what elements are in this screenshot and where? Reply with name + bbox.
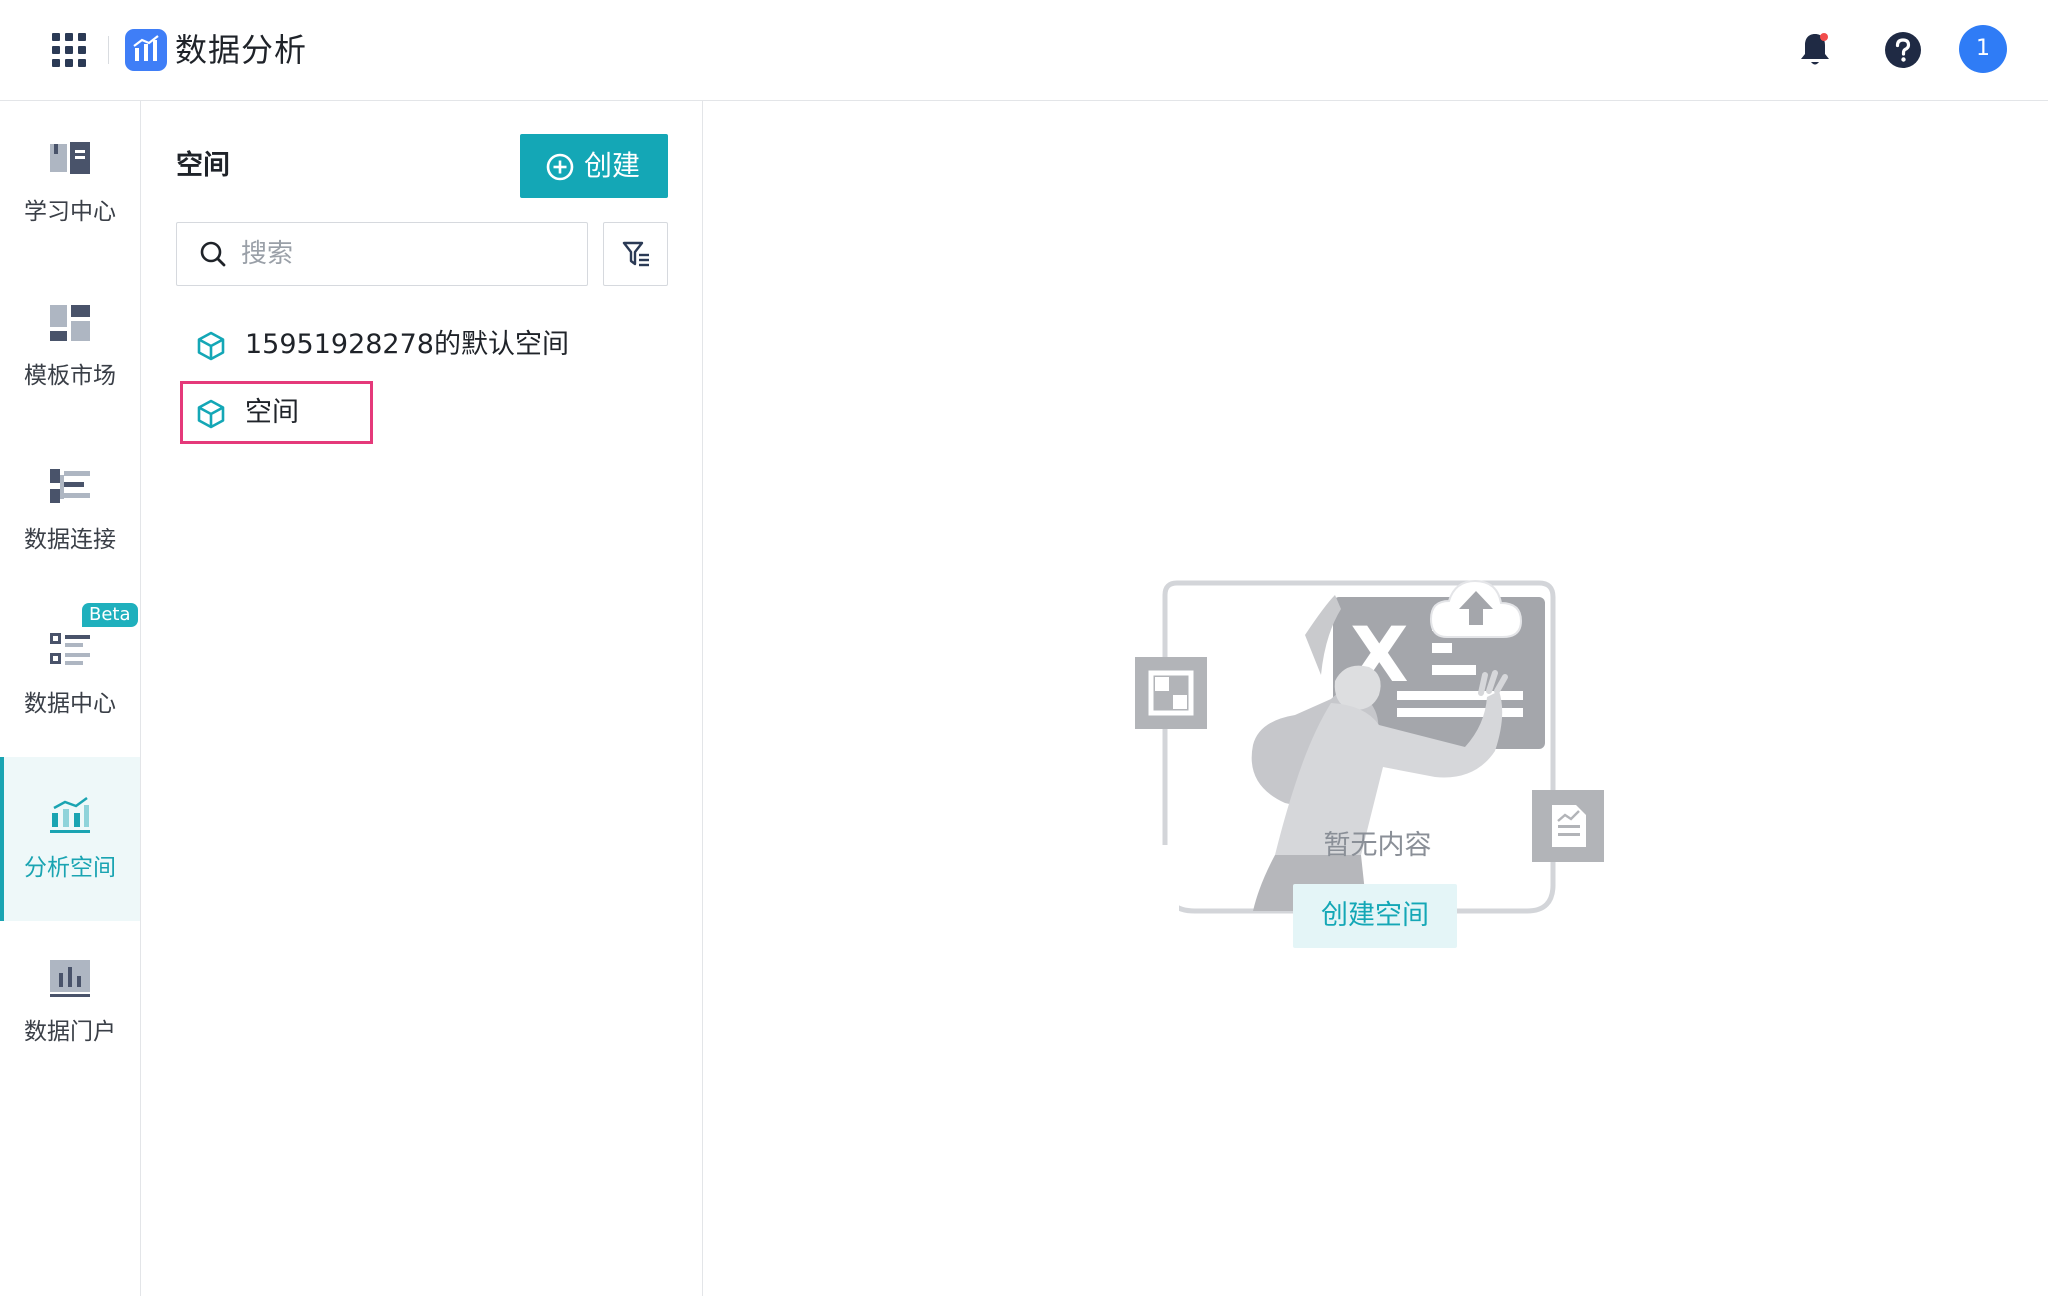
question-icon[interactable] xyxy=(1884,31,1922,69)
space-name: 空间 xyxy=(245,397,299,428)
nav-item-template-market[interactable]: 模板市场 xyxy=(0,265,140,429)
data-center-icon xyxy=(50,633,90,665)
create-button-label: 创建 xyxy=(584,149,641,182)
nav-label: 模板市场 xyxy=(24,363,116,389)
space-list-panel: 空间 创建 15951928278的默认空间 xyxy=(141,101,844,1296)
beta-badge: Beta xyxy=(82,603,138,627)
nav-label: 数据中心 xyxy=(24,691,116,717)
empty-state-text: 暂无内容 xyxy=(1323,830,1432,861)
nav-item-data-center[interactable]: Beta 数据中心 xyxy=(0,593,140,757)
cube-icon xyxy=(197,331,225,361)
nav-item-data-connection[interactable]: 数据连接 xyxy=(0,429,140,593)
create-button[interactable]: 创建 xyxy=(520,134,668,198)
search-input[interactable] xyxy=(239,233,573,275)
analytics-logo-icon xyxy=(125,29,167,71)
analysis-space-icon xyxy=(50,796,90,833)
create-space-button[interactable]: 创建空间 xyxy=(1293,884,1457,948)
filter-button[interactable] xyxy=(603,222,668,286)
left-navigation: 学习中心 模板市场 数据连接 Beta 数据中心 分析空间 数据门户 xyxy=(0,101,141,1296)
space-name: 15951928278的默认空间 xyxy=(245,329,569,360)
portal-chart-icon xyxy=(50,960,90,997)
template-icon xyxy=(50,305,90,341)
apps-grid-icon[interactable] xyxy=(52,33,86,67)
search-icon xyxy=(200,241,226,267)
nav-item-analysis-space[interactable]: 分析空间 xyxy=(0,757,140,921)
user-avatar[interactable]: 1 xyxy=(1959,25,2007,73)
nav-label: 学习中心 xyxy=(24,199,116,225)
cube-icon xyxy=(197,399,225,429)
nav-item-data-portal[interactable]: 数据门户 xyxy=(0,921,140,1085)
bell-icon[interactable] xyxy=(1797,30,1833,70)
nav-label: 数据门户 xyxy=(24,1019,116,1045)
main-content: X 暂无内容 创建空间 xyxy=(703,101,2048,1296)
filter-icon xyxy=(622,241,649,267)
nav-item-learning-center[interactable]: 学习中心 xyxy=(0,101,140,265)
data-connection-icon xyxy=(50,469,90,503)
space-list-item[interactable]: 空间 xyxy=(176,385,636,441)
app-title: 数据分析 xyxy=(175,31,308,69)
top-bar: 数据分析 1 xyxy=(0,0,2048,101)
space-list-item[interactable]: 15951928278的默认空间 xyxy=(176,317,636,373)
panel-title: 空间 xyxy=(176,150,230,181)
book-icon xyxy=(50,142,90,174)
search-box[interactable] xyxy=(176,222,588,286)
header-divider xyxy=(108,36,109,64)
plus-circle-icon xyxy=(546,153,574,181)
nav-label: 分析空间 xyxy=(24,855,116,881)
nav-label: 数据连接 xyxy=(24,527,116,553)
